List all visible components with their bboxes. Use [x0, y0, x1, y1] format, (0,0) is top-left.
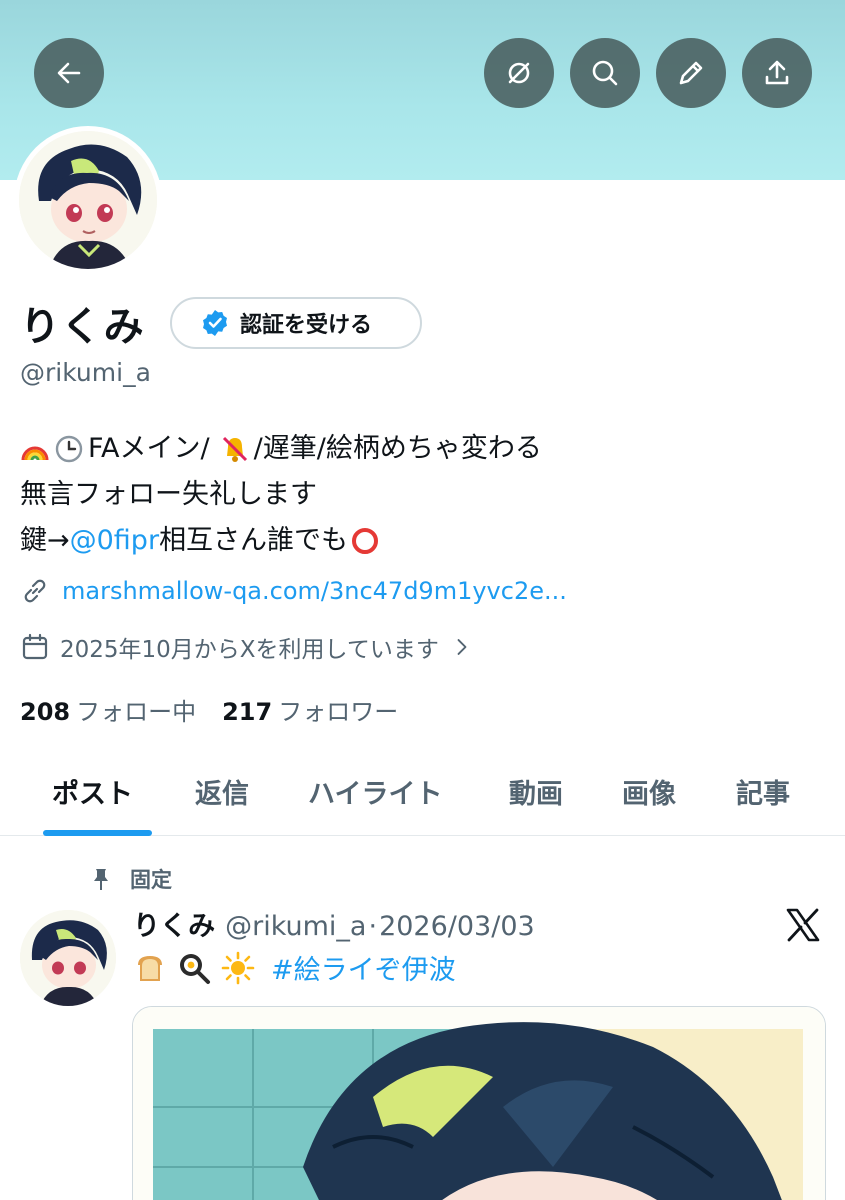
post-date[interactable]: 2026/03/03 — [379, 911, 535, 942]
profile-bio: FAメイン/ /遅筆/絵柄めちゃ変わる 無言フォロー失礼します 鍵→ @0fip… — [20, 426, 542, 564]
website-link[interactable]: marshmallow-qa.com/3nc47d9m1yvc2e... — [20, 576, 567, 606]
search-button[interactable] — [570, 38, 640, 108]
user-handle: @rikumi_a — [20, 358, 151, 387]
bio-mention-link[interactable]: @0fipr — [70, 518, 159, 564]
tab-posts[interactable]: ポスト — [52, 772, 133, 811]
post-text: #絵ライぞ伊波 — [133, 948, 456, 987]
get-verified-label: 認証を受ける — [240, 313, 373, 338]
red-circle-icon — [352, 528, 379, 554]
frying-pan-egg-icon — [180, 953, 210, 984]
active-tab-indicator — [43, 830, 152, 836]
calendar-icon — [22, 633, 48, 660]
post-author-name[interactable]: りくみ — [133, 904, 215, 943]
post-separator: · — [368, 911, 378, 942]
edit-button[interactable] — [656, 38, 726, 108]
join-date[interactable]: 2025年10月からXを利用しています — [20, 630, 475, 664]
back-arrow-icon — [57, 62, 81, 84]
tab-highlights[interactable]: ハイライト — [308, 772, 442, 811]
sun-icon — [221, 951, 255, 984]
post-hashtag[interactable]: #絵ライぞ伊波 — [271, 948, 456, 987]
post-image[interactable] — [132, 1006, 826, 1200]
tab-videos[interactable]: 動画 — [509, 772, 563, 811]
post-header: りくみ @rikumi_a · 2026/03/03 — [133, 904, 535, 943]
share-icon — [765, 60, 789, 85]
muted-bell-icon — [222, 436, 247, 462]
bread-icon — [138, 955, 162, 981]
pinned-indicator: 固定 — [88, 864, 172, 894]
get-verified-button[interactable]: 認証を受ける — [170, 297, 422, 349]
back-button[interactable] — [34, 38, 104, 108]
rainbow-icon — [21, 446, 49, 461]
follow-stats: 208 フォロー中 217 フォロワー — [20, 692, 398, 727]
tab-images[interactable]: 画像 — [622, 772, 676, 811]
verified-badge-icon — [203, 310, 227, 336]
pencil-icon — [679, 61, 703, 85]
chevron-right-icon — [457, 639, 467, 655]
following-stat[interactable]: 208 フォロー中 — [20, 692, 196, 727]
pin-icon — [94, 869, 108, 890]
profile-avatar[interactable] — [14, 126, 162, 274]
tab-replies[interactable]: 返信 — [195, 772, 249, 811]
post-author-avatar[interactable] — [20, 910, 116, 1006]
clock-icon — [55, 435, 83, 463]
followers-stat[interactable]: 217 フォロワー — [222, 692, 398, 727]
display-name: りくみ — [20, 304, 145, 350]
profile-tabs: ポスト 返信 ハイライト 動画 画像 記事 — [0, 760, 845, 836]
post-author-handle[interactable]: @rikumi_a — [225, 911, 366, 942]
search-icon — [592, 60, 618, 86]
tab-articles[interactable]: 記事 — [736, 772, 790, 811]
avatar-image — [19, 131, 157, 269]
grok-icon — [508, 62, 530, 84]
x-logo-icon[interactable] — [784, 906, 822, 944]
grok-button[interactable] — [484, 38, 554, 108]
link-icon — [24, 579, 46, 603]
share-button[interactable] — [742, 38, 812, 108]
